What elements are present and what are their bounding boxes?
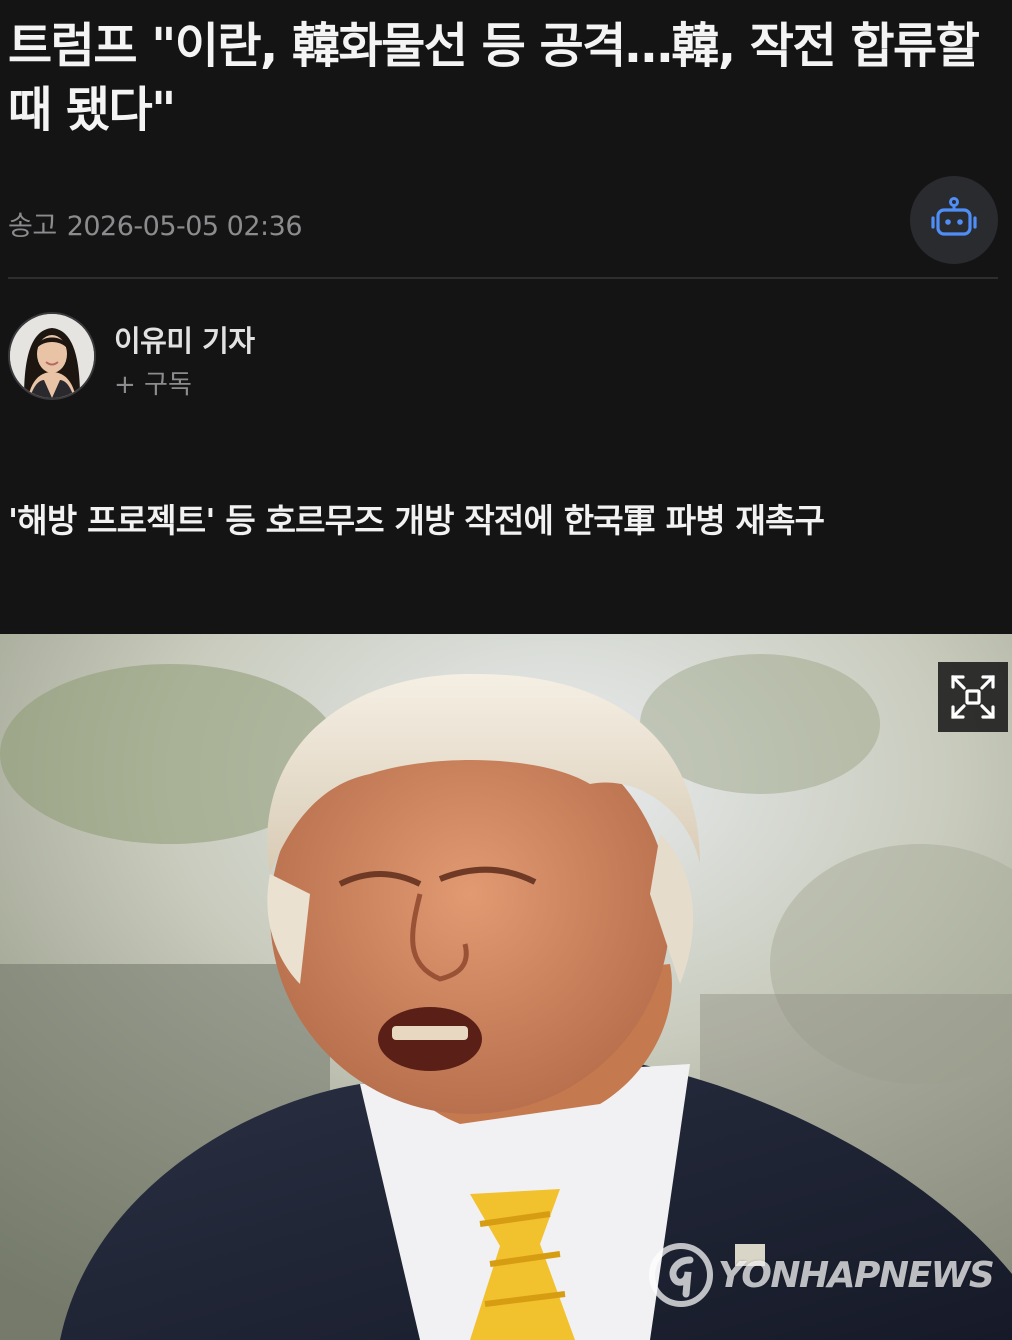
publish-info: 송고 2026-05-05 02:36: [8, 204, 303, 243]
robot-icon: [931, 197, 977, 236]
expand-icon: [951, 675, 995, 719]
article-page: 트럼프 "이란, 韓화물선 등 공격…韓, 작전 합류할 때 됐다" 송고 202…: [0, 0, 1012, 1340]
article-meta: 송고 2026-05-05 02:36: [8, 176, 998, 264]
ai-summary-button[interactable]: [910, 176, 998, 264]
reporter-name[interactable]: 이유미 기자: [114, 318, 255, 360]
photo-expand-button[interactable]: [938, 662, 1008, 732]
yonhap-watermark: YONHAPNEWS: [648, 1242, 995, 1308]
article-headline: 트럼프 "이란, 韓화물선 등 공격…韓, 작전 합류할 때 됐다": [8, 18, 980, 138]
watermark-text: YONHAPNEWS: [718, 1254, 995, 1296]
publish-timestamp: 2026-05-05 02:36: [66, 211, 303, 242]
yonhap-logo-icon: [649, 1243, 713, 1307]
publish-label: 송고: [8, 211, 57, 242]
section-divider: [8, 277, 998, 279]
subscribe-button[interactable]: + 구독: [114, 364, 192, 401]
article-photo[interactable]: YONHAPNEWS: [0, 634, 1012, 1340]
reporter-avatar[interactable]: [8, 312, 96, 400]
reporter-block: 이유미 기자 + 구독: [8, 312, 998, 402]
article-subheadline: '해방 프로젝트' 등 호르무즈 개방 작전에 한국軍 파병 재촉구: [8, 501, 825, 540]
